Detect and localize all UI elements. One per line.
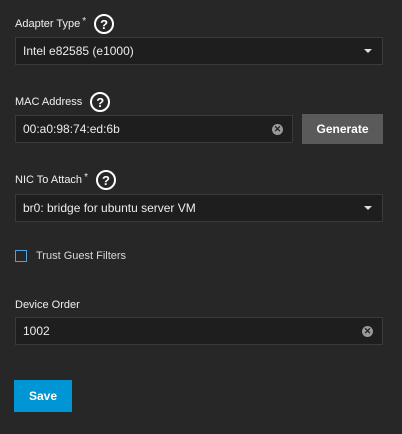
help-icon[interactable]: ?	[90, 92, 111, 112]
clear-icon[interactable]: ✕	[362, 325, 373, 337]
trust-guest-filters-label: Trust Guest Filters	[36, 250, 127, 262]
save-button[interactable]: Save	[14, 380, 72, 412]
generate-button[interactable]: Generate	[302, 114, 383, 144]
trust-guest-filters-row[interactable]: Trust Guest Filters	[15, 248, 126, 264]
adapter-type-select[interactable]: Intel e82585 (e1000)	[15, 37, 383, 65]
caret-down-icon	[364, 49, 372, 53]
device-order-value: 1002	[23, 324, 50, 338]
adapter-type-value: Intel e82585 (e1000)	[23, 44, 134, 58]
device-order-label: Device Order	[15, 299, 80, 311]
required-marker: *	[82, 15, 87, 27]
mac-address-label: MAC Address	[15, 96, 83, 108]
mac-address-value: 00:a0:98:74:ed:6b	[23, 122, 120, 136]
clear-icon[interactable]: ✕	[272, 123, 283, 135]
help-icon[interactable]: ?	[94, 14, 115, 34]
adapter-type-label: Adapter Type	[15, 18, 81, 30]
nic-to-attach-select[interactable]: br0: bridge for ubuntu server VM	[15, 194, 383, 222]
caret-down-icon	[364, 206, 372, 210]
mac-address-input[interactable]: 00:a0:98:74:ed:6b ✕	[15, 115, 293, 143]
nic-to-attach-value: br0: bridge for ubuntu server VM	[23, 201, 196, 215]
nic-to-attach-label: NIC To Attach	[15, 174, 83, 186]
nic-to-attach-label-row: NIC To Attach * ?	[15, 169, 116, 191]
nic-device-form: Adapter Type * ? Intel e82585 (e1000) MA…	[0, 0, 402, 434]
device-order-label-row: Device Order	[15, 294, 80, 316]
help-icon[interactable]: ?	[95, 170, 116, 190]
trust-guest-filters-checkbox[interactable]	[15, 250, 27, 262]
device-order-input[interactable]: 1002 ✕	[15, 317, 383, 345]
mac-address-label-row: MAC Address ?	[15, 91, 111, 113]
adapter-type-label-row: Adapter Type * ?	[15, 13, 115, 35]
required-marker: *	[84, 171, 88, 183]
